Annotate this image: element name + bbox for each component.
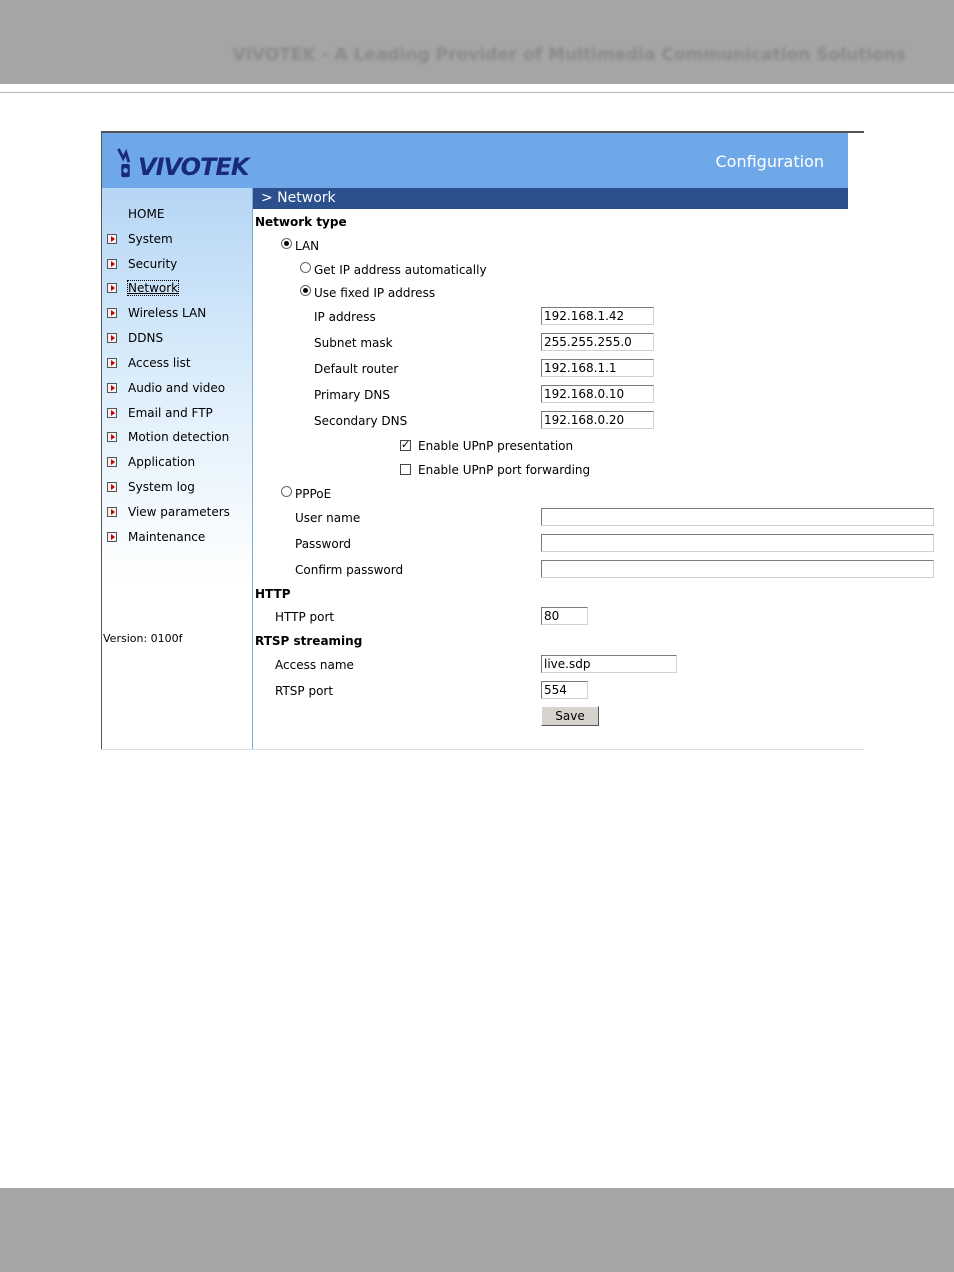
http-port-label: HTTP port (275, 610, 335, 624)
arrow-right-icon (107, 482, 117, 492)
password-input[interactable] (541, 534, 934, 552)
subnet-mask-input[interactable]: 255.255.255.0 (541, 333, 654, 351)
lan-radio[interactable] (281, 238, 292, 249)
primary-dns-input[interactable]: 192.168.0.10 (541, 385, 654, 403)
http-heading: HTTP (255, 587, 291, 601)
arrow-right-icon (107, 383, 117, 393)
confirm-password-input[interactable] (541, 560, 934, 578)
upnp-presentation-label: Enable UPnP presentation (418, 439, 574, 453)
save-button[interactable]: Save (541, 706, 599, 726)
arrow-right-icon (107, 507, 117, 517)
arrow-right-icon (107, 358, 117, 368)
sidebar-item-home[interactable]: HOME (102, 204, 253, 224)
arrow-right-icon (107, 259, 117, 269)
sidebar-item-label: System (128, 232, 173, 246)
arrow-right-icon (107, 234, 117, 244)
pppoe-radio[interactable] (281, 486, 292, 497)
sidebar-item-email-and-ftp[interactable]: Email and FTP (102, 403, 253, 423)
arrow-right-icon (107, 308, 117, 318)
header-banner: VIVOTEK Configuration (102, 133, 848, 188)
use-fixed-ip-radio[interactable] (300, 285, 311, 296)
arrow-right-icon (107, 333, 117, 343)
ip-address-label: IP address (314, 310, 376, 324)
primary-dns-label: Primary DNS (314, 388, 391, 402)
version-label: Version: 0100f (103, 632, 183, 645)
default-router-input[interactable]: 192.168.1.1 (541, 359, 654, 377)
sidebar-item-wireless-lan[interactable]: Wireless LAN (102, 303, 253, 323)
sidebar-item-label: DDNS (128, 331, 164, 345)
arrow-right-icon (107, 432, 117, 442)
sidebar-item-system-log[interactable]: System log (102, 477, 253, 497)
sidebar-item-label: HOME (128, 207, 165, 221)
sidebar-item-label: Security (128, 257, 178, 271)
logo-text: VIVOTEK (138, 153, 249, 181)
vivotek-logo[interactable]: VIVOTEK (116, 145, 249, 181)
sidebar-item-access-list[interactable]: Access list (102, 353, 253, 373)
sidebar-item-label: Motion detection (128, 430, 230, 444)
arrow-right-icon (107, 408, 117, 418)
sidebar-item-label: System log (128, 480, 195, 494)
secondary-dns-input[interactable]: 192.168.0.20 (541, 411, 654, 429)
page-title: Configuration (715, 152, 824, 171)
pppoe-label: PPPoE (295, 487, 332, 501)
user-name-input[interactable] (541, 508, 934, 526)
arrow-right-icon (107, 283, 117, 293)
subnet-mask-label: Subnet mask (314, 336, 393, 350)
sidebar-item-label: View parameters (128, 505, 230, 519)
sidebar-item-view-parameters[interactable]: View parameters (102, 502, 253, 522)
sidebar: HOME System Security Network Wireless LA… (102, 188, 253, 749)
user-name-label: User name (295, 511, 361, 525)
sidebar-item-label: Network (126, 280, 180, 296)
sidebar-item-ddns[interactable]: DDNS (102, 328, 253, 348)
arrow-right-icon (107, 532, 117, 542)
sidebar-item-system[interactable]: System (102, 229, 253, 249)
access-name-label: Access name (275, 658, 354, 672)
sidebar-item-maintenance[interactable]: Maintenance (102, 527, 253, 547)
sidebar-item-label: Audio and video (128, 381, 226, 395)
bottom-band (0, 1188, 954, 1272)
password-label: Password (295, 537, 352, 551)
camera-logo-icon (117, 148, 131, 178)
upnp-port-forwarding-label: Enable UPnP port forwarding (418, 463, 591, 477)
top-rule (0, 92, 954, 93)
rtsp-port-input[interactable]: 554 (541, 681, 588, 699)
lan-label: LAN (295, 239, 320, 253)
secondary-dns-label: Secondary DNS (314, 414, 408, 428)
sidebar-item-label: Application (128, 455, 196, 469)
frame-bottom (101, 749, 864, 750)
configuration-screenshot: VIVOTEK Configuration HOME System Securi… (101, 131, 934, 751)
network-type-heading: Network type (255, 215, 347, 229)
rtsp-heading: RTSP streaming (255, 634, 363, 648)
upnp-port-forwarding-checkbox[interactable] (400, 464, 411, 475)
sidebar-item-label: Wireless LAN (128, 306, 207, 320)
sidebar-item-motion-detection[interactable]: Motion detection (102, 427, 253, 447)
sidebar-item-label: Maintenance (128, 530, 206, 544)
get-ip-auto-label: Get IP address automatically (314, 263, 487, 277)
sidebar-item-label: Access list (128, 356, 191, 370)
rtsp-port-label: RTSP port (275, 684, 334, 698)
access-name-input[interactable]: live.sdp (541, 655, 677, 673)
default-router-label: Default router (314, 362, 399, 376)
use-fixed-ip-label: Use fixed IP address (314, 286, 436, 300)
arrow-right-icon (107, 457, 117, 467)
sidebar-item-audio-and-video[interactable]: Audio and video (102, 378, 253, 398)
confirm-password-label: Confirm password (295, 563, 404, 577)
sidebar-item-network[interactable]: Network (102, 278, 253, 298)
sidebar-item-application[interactable]: Application (102, 452, 253, 472)
document-tagline: VIVOTEK - A Leading Provider of Multimed… (232, 45, 906, 65)
network-settings-panel: > Network Network type LAN Get IP addres… (253, 188, 934, 749)
http-port-input[interactable]: 80 (541, 607, 588, 625)
get-ip-auto-radio[interactable] (300, 262, 311, 273)
document-page: VIVOTEK - A Leading Provider of Multimed… (0, 0, 954, 1272)
ip-address-input[interactable]: 192.168.1.42 (541, 307, 654, 325)
top-band: VIVOTEK - A Leading Provider of Multimed… (0, 0, 954, 84)
upnp-presentation-checkbox[interactable] (400, 438, 411, 451)
section-title: > Network (253, 188, 848, 209)
sidebar-item-security[interactable]: Security (102, 254, 253, 274)
sidebar-item-label: Email and FTP (128, 406, 213, 420)
